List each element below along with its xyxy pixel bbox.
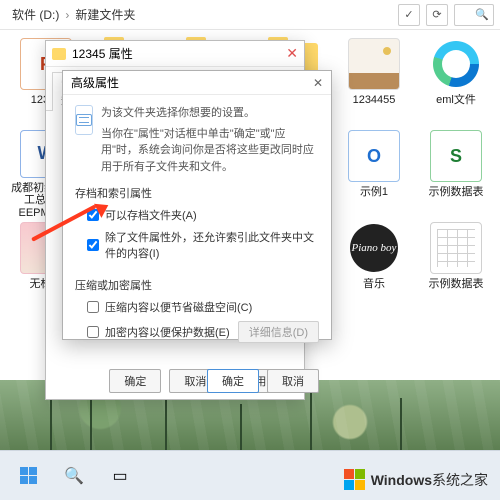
watermark: Windows 系统之家	[338, 467, 494, 492]
encrypt-label: 加密内容以便保护数据(E)	[105, 324, 230, 340]
start-button[interactable]	[8, 459, 48, 493]
compress-checkbox-row[interactable]: 压缩内容以便节省磁盘空间(C)	[87, 299, 319, 315]
file-item[interactable]: eml文件	[418, 38, 494, 124]
archive-checkbox-row[interactable]: 可以存档文件夹(A)	[87, 207, 319, 223]
compress-checkbox[interactable]	[87, 301, 99, 313]
search-input[interactable]: 🔍	[454, 4, 494, 26]
file-item[interactable]: 1234455	[336, 38, 412, 124]
index-checkbox[interactable]	[87, 239, 99, 251]
breadcrumb-drive[interactable]: 软件 (D:)	[12, 6, 59, 23]
folder-icon	[52, 48, 66, 60]
archive-checkbox[interactable]	[87, 209, 99, 221]
breadcrumb-folder[interactable]: 新建文件夹	[75, 6, 135, 23]
windows-logo-icon	[344, 469, 365, 490]
advanced-attributes-dialog: 高级属性 ✕ 为该文件夹选择你想要的设置。 当你在"属性"对话框中单击"确定"或…	[62, 70, 332, 340]
close-icon[interactable]: ✕	[313, 76, 323, 90]
encrypt-checkbox[interactable]	[87, 326, 99, 338]
intro-heading: 为该文件夹选择你想要的设置。	[101, 105, 319, 122]
excel-icon: S	[430, 130, 482, 182]
outlook-icon: O	[348, 130, 400, 182]
windows-icon	[20, 467, 37, 484]
search-button[interactable]: 🔍	[54, 459, 94, 493]
close-icon[interactable]: ✕	[286, 45, 298, 62]
cancel-button[interactable]: 取消	[267, 369, 319, 393]
index-label: 除了文件属性外，还允许索引此文件夹中文件的内容(I)	[105, 229, 319, 261]
dialog-titlebar[interactable]: 12345 属性 ✕	[46, 41, 304, 67]
breadcrumb-sep: ›	[65, 8, 69, 22]
watermark-suffix: 系统之家	[432, 470, 488, 490]
details-button[interactable]: 详细信息(D)	[238, 321, 319, 343]
spreadsheet-icon	[430, 222, 482, 274]
dialog-title: 12345 属性	[72, 45, 133, 62]
options-icon	[75, 105, 93, 135]
intro-body: 当你在"属性"对话框中单击"确定"或"应用"时，系统会询问你是否将这些更改同时应…	[101, 126, 319, 176]
archive-label: 可以存档文件夹(A)	[105, 207, 197, 223]
encrypt-checkbox-row[interactable]: 加密内容以便保护数据(E)	[87, 324, 230, 340]
go-button[interactable]: ✓	[398, 4, 420, 26]
edge-icon	[433, 41, 479, 87]
group-label: 压缩或加密属性	[75, 277, 319, 293]
image-icon	[348, 38, 400, 90]
refresh-button[interactable]: ⟳	[426, 4, 448, 26]
watermark-brand: Windows	[371, 472, 432, 488]
file-item[interactable]: O示例1	[336, 130, 412, 216]
breadcrumb[interactable]: 软件 (D:) › 新建文件夹	[6, 6, 392, 23]
archive-index-group: 存档和索引属性 可以存档文件夹(A) 除了文件属性外，还允许索引此文件夹中文件的…	[75, 185, 319, 267]
file-item[interactable]: S示例数据表	[418, 130, 494, 216]
index-checkbox-row[interactable]: 除了文件属性外，还允许索引此文件夹中文件的内容(I)	[87, 229, 319, 261]
address-bar: 软件 (D:) › 新建文件夹 ✓ ⟳ 🔍	[0, 0, 500, 30]
dialog-title: 高级属性	[71, 74, 119, 91]
album-icon: Piano boy	[350, 224, 398, 272]
compress-label: 压缩内容以便节省磁盘空间(C)	[105, 299, 252, 315]
dialog-titlebar[interactable]: 高级属性 ✕	[63, 71, 331, 95]
task-view-button[interactable]: ▭	[100, 459, 140, 493]
compress-encrypt-group: 压缩或加密属性 压缩内容以便节省磁盘空间(C) 加密内容以便保护数据(E) 详细…	[75, 277, 319, 349]
file-item[interactable]: Piano boy音乐	[336, 222, 412, 308]
group-label: 存档和索引属性	[75, 185, 319, 201]
file-item[interactable]: 示例数据表	[418, 222, 494, 308]
ok-button[interactable]: 确定	[207, 369, 259, 393]
